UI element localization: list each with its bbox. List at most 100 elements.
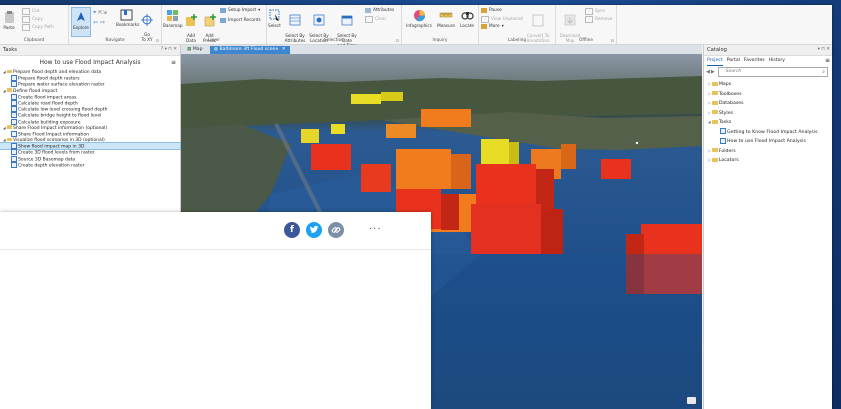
tab-favorites[interactable]: Favorites (744, 56, 765, 66)
forward-icon[interactable]: ▶ (711, 69, 715, 75)
catalog-folder-icon (711, 119, 718, 124)
setup-import-label: Setup Import (228, 8, 257, 13)
pause-button[interactable]: Pause (481, 8, 502, 13)
select-by-location-icon (313, 14, 325, 26)
selection-group-label: Selection (324, 38, 344, 43)
previous-extent-icon: ⇦ (93, 19, 99, 26)
cut-icon (22, 8, 30, 15)
back-forward-tools[interactable]: ⇦ ⇨ (93, 19, 105, 26)
catalog-search-input[interactable]: Search ⌕ (717, 67, 828, 77)
task-icon (11, 149, 17, 156)
search-icon[interactable]: ⌕ (822, 68, 825, 76)
convert-to-annotation-icon (532, 14, 544, 27)
remove-icon (585, 16, 593, 23)
catalog-pane-controls[interactable]: ▾ ⊓ ✕ (818, 45, 830, 55)
navigator-icon[interactable] (687, 397, 696, 404)
catalog-item[interactable]: ▷ Toolboxes (704, 90, 832, 100)
sync-button[interactable]: Sync (585, 8, 605, 15)
sync-icon (585, 8, 593, 15)
tab-project[interactable]: Project (707, 56, 723, 66)
task-icon (11, 161, 17, 168)
catalog-item-label: Toolboxes (718, 91, 742, 97)
basemap-icon (166, 10, 178, 21)
facebook-share-button[interactable]: f (284, 222, 300, 238)
labeling-more-icon (481, 24, 487, 29)
copy-path-button[interactable]: Copy Path (22, 24, 54, 31)
task-group-icon (7, 137, 12, 142)
explore-icon (77, 12, 85, 21)
bookmarks-label: Bookmarks (116, 22, 140, 27)
task-row[interactable]: Create depth elevation raster (0, 161, 180, 168)
attributes-button[interactable]: Attributes (365, 8, 394, 13)
infographics-icon (413, 10, 425, 22)
locate-button[interactable]: Locate (458, 9, 476, 28)
task-icon (11, 130, 17, 137)
tab-flood-scene[interactable]: ◍ Baltimore 3ft Flood scene ✕ (210, 46, 290, 54)
zoom-tools[interactable]: ⌖ ⇱⇲ (93, 9, 107, 17)
tab-portal[interactable]: Portal (727, 56, 740, 66)
catalog-item[interactable]: Getting to Know Flood Impact Analysis (704, 128, 832, 138)
task-icon (11, 143, 17, 150)
task-group-icon (7, 125, 12, 129)
catalog-item[interactable]: ◢ Tasks (704, 118, 832, 128)
infographics-button[interactable]: Infographics (404, 9, 434, 28)
labeling-more-button[interactable]: More ▾ (481, 24, 504, 29)
measure-icon (439, 12, 453, 18)
navigate-dialog-launcher-icon[interactable]: ⊡ (156, 38, 159, 43)
task-group-icon (7, 69, 12, 74)
paste-button[interactable]: Paste (2, 11, 16, 30)
task-item-icon (720, 128, 726, 134)
measure-button[interactable]: Measure (436, 9, 456, 28)
share-bar: f ··· (0, 212, 431, 250)
close-tab-icon[interactable]: ✕ (282, 47, 286, 52)
globe-icon: ◍ (214, 47, 219, 52)
explore-label: Explore (73, 25, 89, 30)
catalog-menu-icon[interactable]: ≡ (825, 56, 830, 66)
offline-dialog-launcher-icon[interactable]: ⊡ (611, 38, 614, 43)
view-unplaced-icon (481, 16, 489, 23)
catalog-item-label: Locators (718, 158, 739, 163)
explore-button[interactable]: Explore (71, 7, 91, 37)
catalog-item[interactable]: ▷ Maps (704, 80, 832, 90)
task-title: How to use Flood Impact Analysis (39, 59, 141, 66)
inquiry-group: Infographics Measure Locate Inquiry (402, 5, 479, 44)
task-icon (11, 118, 17, 125)
bookmarks-button[interactable]: Bookmarks (116, 9, 140, 27)
paste-icon (4, 11, 14, 23)
tab-history[interactable]: History (769, 56, 785, 66)
catalog-folder-icon (711, 157, 718, 162)
catalog-item[interactable]: ▷ Locators (704, 156, 832, 166)
labeling-group: Pause View Unplaced More ▾ Convert To Ann… (479, 5, 556, 44)
task-menu-icon[interactable]: ≡ (171, 56, 176, 69)
import-records-button[interactable]: Import Records (220, 18, 261, 23)
selection-dialog-launcher-icon[interactable]: ⊡ (396, 38, 399, 43)
catalog-item[interactable]: ▷ Folders (704, 147, 832, 157)
more-options-icon[interactable]: ··· (369, 224, 382, 235)
catalog-item[interactable]: How to use Flood Impact Analysis (704, 137, 832, 147)
catalog-item-label: How to use Flood Impact Analysis (727, 139, 806, 144)
layer-group: Basemap Add Data Add Preset Setup Import… (162, 5, 267, 44)
tab-map[interactable]: ▦ Map (183, 46, 207, 54)
fixed-zoom-icon: ⇱⇲ (98, 10, 107, 16)
copy-button[interactable]: Copy (22, 16, 43, 23)
cut-button[interactable]: Cut (22, 8, 39, 15)
clear-button[interactable]: Clear (365, 16, 386, 23)
catalog-folder-icon (711, 91, 718, 95)
remove-button[interactable]: Remove (585, 16, 612, 23)
basemap-button[interactable]: Basemap (163, 9, 183, 28)
import-records-icon (220, 18, 226, 23)
pause-label: Pause (489, 8, 502, 13)
back-icon[interactable]: ◀ (706, 69, 710, 75)
tasks-pane-controls[interactable]: ? ▾ ⊓ ✕ (161, 45, 177, 55)
catalog-pane-header: Catalog ▾ ⊓ ✕ (704, 45, 832, 56)
twitter-share-button[interactable] (306, 222, 322, 238)
catalog-item[interactable]: ▷ Databases (704, 99, 832, 109)
setup-import-dropdown-icon: ▾ (258, 8, 261, 13)
copy-link-button[interactable] (328, 222, 344, 238)
view-unplaced-button[interactable]: View Unplaced (481, 16, 523, 23)
select-button[interactable]: Select (268, 9, 281, 28)
setup-import-button[interactable]: Setup Import ▾ (220, 8, 260, 13)
ribbon: Paste Cut Copy Copy Path Clipboard Explo… (0, 5, 832, 48)
labeling-group-label: Labeling (507, 38, 527, 43)
catalog-item[interactable]: ▷ Styles (704, 109, 832, 119)
